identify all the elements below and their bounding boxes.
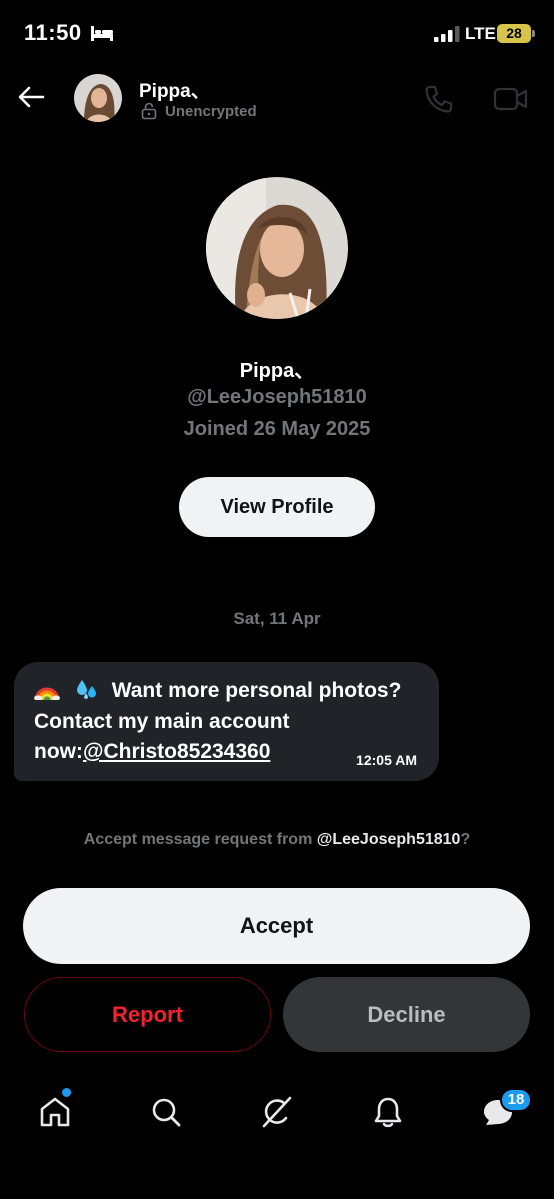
lock-icon xyxy=(141,102,157,120)
request-prompt-suffix: ? xyxy=(460,831,471,848)
report-button[interactable]: Report xyxy=(24,977,271,1052)
mention-link[interactable]: @Christo85234360 xyxy=(83,740,270,763)
nav-home[interactable] xyxy=(35,1092,75,1132)
dm-conversation-screen: 11:50 LTE 28 Pippa、 Unencrypted Pippa、 @… xyxy=(0,0,554,1199)
decline-button[interactable]: Decline xyxy=(283,977,530,1052)
request-prompt-handle[interactable]: @LeeJoseph51810 xyxy=(317,831,461,848)
message-request-prompt: Accept message request from @LeeJoseph51… xyxy=(0,831,554,849)
profile-name: Pippa、 xyxy=(239,360,315,382)
nav-search[interactable] xyxy=(146,1092,186,1132)
back-button[interactable] xyxy=(14,80,48,114)
battery-level: 28 xyxy=(497,24,531,43)
video-call-button[interactable] xyxy=(493,82,529,116)
nav-grok[interactable] xyxy=(257,1092,297,1132)
network-type: LTE xyxy=(465,24,496,43)
home-notification-dot xyxy=(62,1088,71,1097)
view-profile-button[interactable]: View Profile xyxy=(179,477,375,537)
home-icon xyxy=(40,1097,70,1127)
message-bubble[interactable]: Want more personal photos? Contact my ma… xyxy=(14,662,439,781)
back-arrow-icon xyxy=(18,86,45,108)
rainbow-emoji-icon xyxy=(34,687,60,700)
bottom-nav: 18 xyxy=(0,1080,554,1150)
droplets-emoji-icon xyxy=(76,680,96,699)
request-prompt-prefix: Accept message request from xyxy=(83,831,317,848)
search-icon xyxy=(152,1098,181,1127)
message-text-prefix: now: xyxy=(34,740,83,763)
phone-icon xyxy=(425,85,453,113)
date-divider: Sat, 11 Apr xyxy=(233,609,321,628)
grok-icon xyxy=(262,1096,292,1128)
notifications-icon xyxy=(374,1097,402,1128)
status-bar: 11:50 LTE 28 xyxy=(0,0,554,66)
message-line-3: now:@Christo85234360 xyxy=(34,740,270,764)
profile-avatar[interactable] xyxy=(206,177,348,319)
bed-icon xyxy=(91,26,113,41)
status-time: 11:50 xyxy=(24,20,82,45)
profile-joined-date: Joined 26 May 2025 xyxy=(183,418,371,440)
header-avatar[interactable] xyxy=(74,74,122,122)
encryption-status: Unencrypted xyxy=(165,103,257,120)
header-name: Pippa、 xyxy=(139,81,210,102)
message-line-1: Want more personal photos? xyxy=(34,678,401,703)
message-text-line-1: Want more personal photos? xyxy=(111,679,402,702)
message-timestamp: 12:05 AM xyxy=(356,752,417,768)
message-text-line-2: Contact my main account xyxy=(34,710,290,733)
signal-icon xyxy=(434,26,460,42)
accept-button[interactable]: Accept xyxy=(23,888,530,964)
video-camera-icon xyxy=(493,87,528,111)
messages-badge: 18 xyxy=(500,1088,532,1112)
battery-tip xyxy=(532,30,535,37)
profile-handle: @LeeJoseph51810 xyxy=(187,386,367,408)
call-button[interactable] xyxy=(422,82,456,116)
nav-notifications[interactable] xyxy=(368,1092,408,1132)
conversation-header: Pippa、 Unencrypted xyxy=(0,70,554,128)
